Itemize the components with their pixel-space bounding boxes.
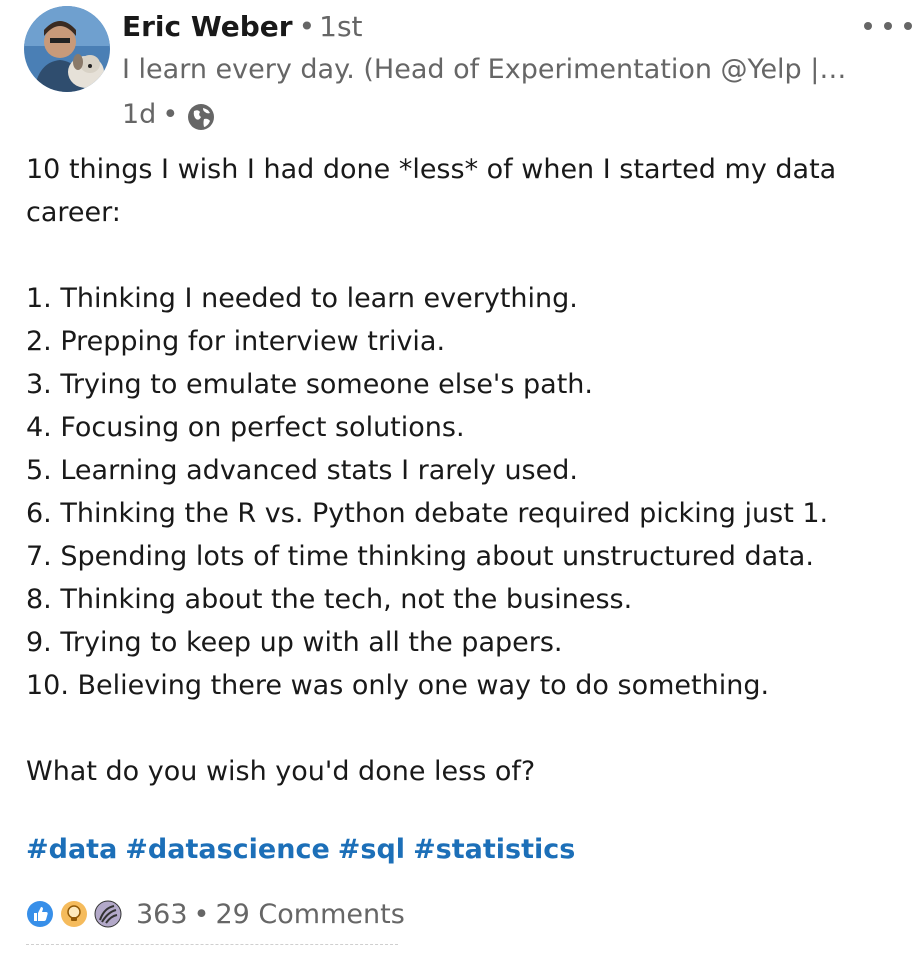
ellipsis-icon	[864, 22, 872, 30]
social-counts: 363 • 29 Comments	[26, 896, 405, 932]
post-line: 6. Thinking the R vs. Python debate requ…	[26, 498, 829, 529]
post-line: 3. Trying to emulate someone else's path…	[26, 369, 593, 400]
post-line: 4. Focusing on perfect solutions.	[26, 412, 465, 443]
post-line-blank	[26, 707, 906, 750]
hashtag-data[interactable]: #data	[26, 834, 117, 865]
post-line: career:	[26, 197, 121, 228]
post-line: 9. Trying to keep up with all the papers…	[26, 627, 563, 658]
post-time: 1d	[122, 98, 157, 130]
post-line-blank	[26, 234, 906, 277]
post-line: 8. Thinking about the tech, not the busi…	[26, 584, 633, 615]
post-line: 5. Learning advanced stats I rarely used…	[26, 455, 578, 486]
like-icon	[26, 900, 54, 928]
post-line: 7. Spending lots of time thinking about …	[26, 541, 814, 572]
post-line: What do you wish you'd done less of?	[26, 756, 536, 787]
author-name[interactable]: Eric Weber	[122, 10, 293, 43]
curious-icon	[94, 900, 122, 928]
hashtag-datascience[interactable]: #datascience	[125, 834, 329, 865]
profile-photo	[24, 6, 110, 92]
reaction-count[interactable]: 363	[136, 899, 188, 930]
divider	[26, 944, 398, 945]
hashtag-sql[interactable]: #sql	[338, 834, 405, 865]
connection-degree: • 1st	[298, 10, 363, 43]
post-text: 10 things I wish I had done *less* of wh…	[26, 148, 906, 793]
post-line: 10. Believing there was only one way to …	[26, 670, 770, 701]
post-line: 1. Thinking I needed to learn everything…	[26, 283, 578, 314]
post-meta: 1d •	[122, 96, 216, 132]
author-name-row: Eric Weber • 1st	[122, 10, 363, 43]
comments-count[interactable]: 29 Comments	[215, 899, 404, 930]
avatar[interactable]	[24, 6, 110, 92]
insightful-icon	[60, 900, 88, 928]
reactions-summary[interactable]	[26, 900, 128, 928]
post-line: 10 things I wish I had done *less* of wh…	[26, 154, 837, 185]
author-headline: I learn every day. (Head of Experimentat…	[122, 54, 847, 85]
hashtag-statistics[interactable]: #statistics	[413, 834, 575, 865]
post-line: 2. Prepping for interview trivia.	[26, 326, 446, 357]
hashtags: #data #datascience #sql #statistics	[26, 834, 583, 865]
more-options-button[interactable]	[864, 12, 912, 40]
separator-dot: •	[193, 898, 210, 930]
globe-icon	[186, 102, 216, 132]
